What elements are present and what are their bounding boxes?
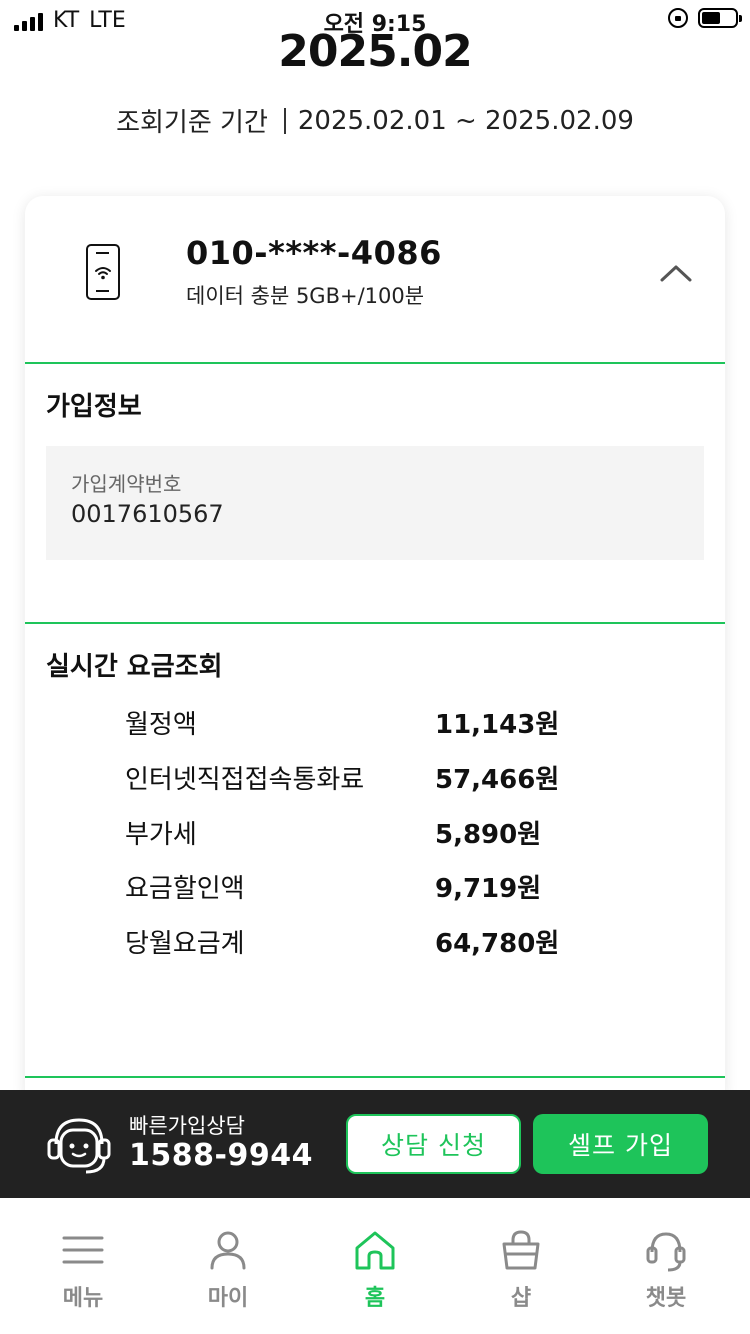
subscription-title: 가입정보 bbox=[46, 392, 142, 422]
chatbot-headset-icon bbox=[646, 1232, 686, 1272]
contract-label: 가입계약번호 bbox=[71, 472, 182, 496]
billing-month: 2025.02 bbox=[278, 26, 472, 77]
section-divider bbox=[25, 622, 725, 624]
period-divider bbox=[283, 107, 286, 134]
section-divider bbox=[25, 362, 725, 364]
tab-label: 샵 bbox=[510, 1286, 532, 1311]
fee-row-total: 당월요금계 64,780원 bbox=[125, 923, 625, 963]
plan-name: 데이터 충분 5GB+/100분 bbox=[186, 284, 425, 308]
fee-amount: 64,780원 bbox=[435, 929, 560, 959]
tab-label: 메뉴 bbox=[62, 1286, 104, 1311]
tab-shop[interactable]: 샵 bbox=[446, 1198, 596, 1334]
period-label: 조회기준 기간 bbox=[116, 108, 268, 138]
shopping-bag-icon bbox=[502, 1230, 540, 1270]
fee-label: 인터넷직접접속통화료 bbox=[125, 765, 365, 795]
tab-menu[interactable]: 메뉴 bbox=[8, 1198, 158, 1334]
section-divider bbox=[25, 1076, 725, 1078]
fee-amount: 5,890원 bbox=[435, 820, 542, 850]
line-card: 010-****-4086 데이터 충분 5GB+/100분 가입정보 가입계약… bbox=[25, 196, 725, 1096]
fee-row: 부가세 5,890원 bbox=[125, 814, 625, 854]
fee-amount: 57,466원 bbox=[435, 765, 560, 795]
fee-amount: 11,143원 bbox=[435, 710, 560, 740]
chevron-up-icon[interactable] bbox=[658, 262, 694, 286]
headset-agent-icon bbox=[47, 1118, 111, 1174]
tab-label: 챗봇 bbox=[645, 1286, 687, 1311]
contract-info-box: 가입계약번호 0017610567 bbox=[46, 446, 704, 560]
fee-row: 인터넷직접접속통화료 57,466원 bbox=[125, 759, 625, 799]
person-icon bbox=[210, 1231, 246, 1270]
billing-title: 실시간 요금조회 bbox=[46, 652, 223, 682]
fee-label: 요금할인액 bbox=[125, 874, 245, 904]
quick-signup-bar: 빠른가입상담 1588-9944 상담 신청 셀프 가입 bbox=[0, 1090, 750, 1198]
period-row: 조회기준 기간 2025.02.01 ~ 2025.02.09 bbox=[0, 102, 750, 139]
tab-chatbot[interactable]: 챗봇 bbox=[591, 1198, 741, 1334]
tab-label: 마이 bbox=[207, 1286, 249, 1311]
quick-signup-label: 빠른가입상담 bbox=[129, 1114, 245, 1138]
self-signup-button[interactable]: 셀프 가입 bbox=[533, 1114, 708, 1174]
fee-label: 부가세 bbox=[125, 820, 197, 850]
fee-label: 월정액 bbox=[125, 710, 197, 740]
phone-number: 010-****-4086 bbox=[186, 234, 442, 272]
quick-signup-phone[interactable]: 1588-9944 bbox=[129, 1138, 313, 1173]
status-right bbox=[668, 8, 742, 28]
home-icon bbox=[355, 1231, 395, 1270]
consult-request-button[interactable]: 상담 신청 bbox=[346, 1114, 521, 1174]
tab-my[interactable]: 마이 bbox=[153, 1198, 303, 1334]
contract-number: 0017610567 bbox=[71, 500, 224, 528]
fee-amount: 9,719원 bbox=[435, 874, 542, 904]
fee-row: 요금할인액 9,719원 bbox=[125, 868, 625, 908]
rotation-lock-icon bbox=[668, 8, 688, 28]
tab-home[interactable]: 홈 bbox=[300, 1198, 450, 1334]
tab-label: 홈 bbox=[364, 1286, 386, 1311]
fee-row: 월정액 11,143원 bbox=[125, 704, 625, 744]
mobile-wifi-icon bbox=[86, 244, 120, 300]
fee-label: 당월요금계 bbox=[125, 929, 245, 959]
menu-icon bbox=[62, 1236, 104, 1264]
battery-icon bbox=[698, 8, 742, 28]
bottom-tab-bar: 메뉴 마이 홈 샵 챗봇 bbox=[0, 1198, 750, 1334]
period-range: 2025.02.01 ~ 2025.02.09 bbox=[297, 105, 634, 136]
